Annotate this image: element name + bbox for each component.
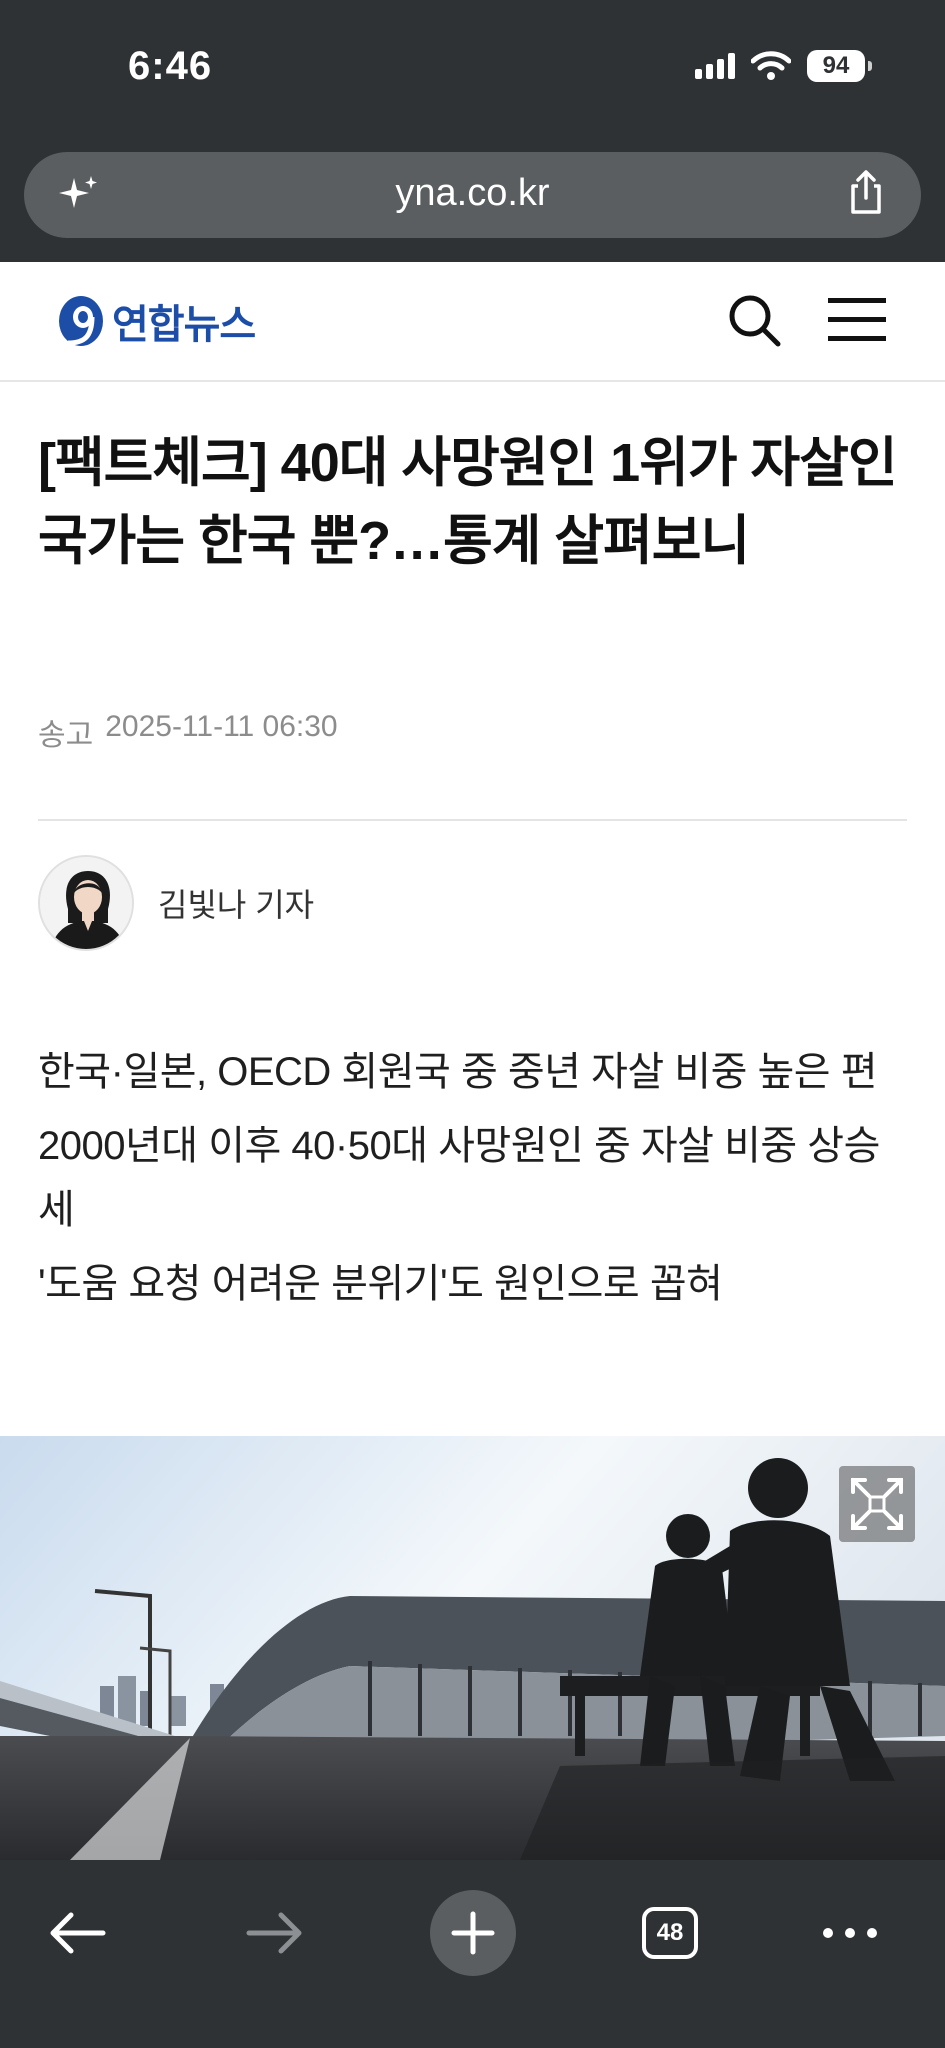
more-button[interactable] <box>805 1888 895 1978</box>
browser-top-bar: 6:46 94 yna.co.kr <box>0 0 945 262</box>
expand-icon <box>851 1478 903 1530</box>
article-headline: [팩트체크] 40대 사망원인 1위가 자살인 국가는 한국 뿐?…통계 살펴보… <box>38 433 898 571</box>
summary-line: '도움 요청 어려운 분위기'도 원인으로 꼽혀 <box>38 1262 723 1306</box>
meta-label: 송고 <box>38 719 94 752</box>
expand-image-button[interactable] <box>839 1466 915 1542</box>
article-summary: 한국·일본, OECD 회원국 중 중년 자살 비중 높은 편 2000년대 이… <box>38 1040 908 1326</box>
divider <box>38 819 907 821</box>
cellular-signal-icon <box>695 53 735 79</box>
status-time: 6:46 <box>128 44 213 88</box>
author-name[interactable]: 김빛나 기자 <box>158 880 314 926</box>
more-icon <box>823 1928 877 1938</box>
new-tab-button[interactable] <box>428 1888 518 1978</box>
site-logo[interactable]: 연합뉴스 <box>56 292 256 350</box>
browser-bottom-toolbar: 48 <box>0 1860 945 2048</box>
forward-arrow-icon <box>246 1912 302 1954</box>
new-tab-plus-icon <box>430 1890 516 1976</box>
address-bar[interactable]: yna.co.kr <box>24 152 921 238</box>
logo-text: 연합뉴스 <box>112 303 256 347</box>
yonhap-logo-mark-icon <box>59 296 103 346</box>
author-byline[interactable]: 김빛나 기자 <box>38 855 314 951</box>
article-photo[interactable] <box>0 1436 945 1860</box>
article-meta: 송고 2025-11-11 06:30 <box>38 710 338 754</box>
back-button[interactable] <box>32 1888 122 1978</box>
published-time: 2025-11-11 06:30 <box>105 710 338 743</box>
tabs-icon: 48 <box>642 1907 698 1959</box>
share-icon[interactable] <box>841 168 891 218</box>
summary-line: 한국·일본, OECD 회원국 중 중년 자살 비중 높은 편 <box>38 1050 878 1094</box>
hamburger-menu-icon[interactable] <box>826 292 888 348</box>
url-text[interactable]: yna.co.kr <box>24 172 921 215</box>
forward-button[interactable] <box>230 1888 320 1978</box>
search-icon[interactable] <box>726 292 782 348</box>
author-avatar[interactable] <box>38 855 134 951</box>
wifi-icon <box>751 51 791 80</box>
summary-line: 2000년대 이후 40·50대 사망원인 중 자살 비중 상승세 <box>38 1124 880 1232</box>
battery-indicator: 94 <box>807 50 872 82</box>
status-indicators: 94 <box>695 50 872 82</box>
site-header: 연합뉴스 <box>0 262 945 382</box>
tabs-button[interactable]: 48 <box>625 1888 715 1978</box>
back-arrow-icon <box>50 1912 106 1954</box>
